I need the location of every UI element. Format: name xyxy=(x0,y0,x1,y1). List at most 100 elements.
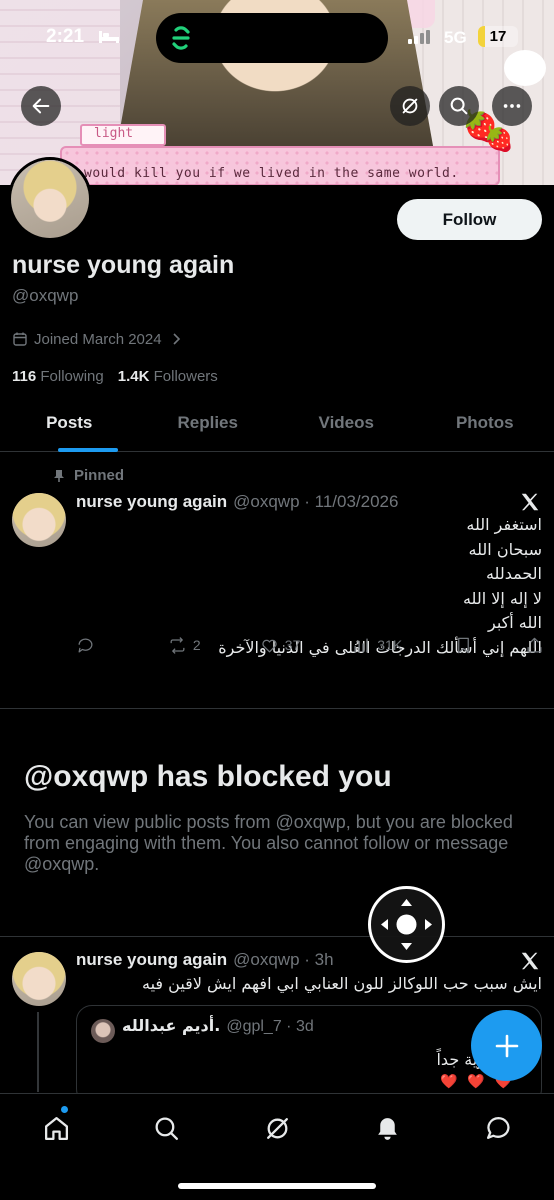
calendar-icon xyxy=(13,332,27,346)
views-count: 31K xyxy=(377,637,403,653)
status-time: 2:21 xyxy=(46,26,85,47)
follow-counts: 116 Following 1.4K Followers xyxy=(12,368,218,385)
battery-indicator: 17 xyxy=(478,26,518,47)
post-line: استغفر الله xyxy=(466,515,542,534)
search-button[interactable] xyxy=(439,86,479,126)
quoted-post-meta: @gpl_7 · 3d xyxy=(226,1018,314,1035)
pin-icon xyxy=(54,469,64,482)
post-avatar[interactable] xyxy=(12,952,66,1006)
bookmark-button[interactable] xyxy=(454,636,473,655)
link-app-icon xyxy=(172,26,190,50)
tab-replies[interactable]: Replies xyxy=(139,400,278,451)
tab-photos[interactable]: Photos xyxy=(416,400,554,451)
post-line: لا إله إلا الله xyxy=(462,588,542,608)
strawberry-icon: 🍓 xyxy=(484,126,514,153)
quoted-post-header: أديم عبدالله. @gpl_7 · 3d xyxy=(122,1016,314,1036)
slash-circle-icon xyxy=(402,98,418,114)
followers-label: Followers xyxy=(153,368,218,385)
post-line: الحمدلله xyxy=(485,564,542,583)
search-icon xyxy=(450,97,468,115)
battery-percent: 17 xyxy=(489,28,507,45)
nav-home[interactable] xyxy=(40,1112,72,1144)
bell-icon xyxy=(377,1117,397,1140)
active-tab-indicator xyxy=(58,448,118,452)
post-header: nurse young again @oxqwp · 11/03/2026 xyxy=(76,492,398,512)
nav-grok[interactable] xyxy=(261,1112,293,1144)
profile-tabs: Posts Replies Videos Photos xyxy=(0,400,554,452)
post-line: سبحان الله xyxy=(468,539,542,559)
post-meta: @oxqwp · 3h xyxy=(233,950,334,969)
followers-count: 1.4K xyxy=(117,368,150,385)
quoted-author-name: أديم عبدالله. xyxy=(122,1016,221,1035)
grok-button[interactable] xyxy=(390,86,430,126)
following-link[interactable]: 116 Following xyxy=(12,368,104,385)
follow-button[interactable]: Follow xyxy=(397,199,542,240)
banner-panda-decoration xyxy=(504,50,546,86)
blocked-description: You can view public posts from @oxqwp, b… xyxy=(24,812,513,874)
quoted-author-avatar xyxy=(91,1019,115,1043)
avatar-image xyxy=(11,160,89,238)
nav-notifications[interactable] xyxy=(371,1112,403,1144)
tab-videos[interactable]: Videos xyxy=(277,400,416,451)
home-notification-dot xyxy=(60,1105,69,1114)
cellular-signal-icon xyxy=(408,30,430,44)
banner-dialog-text: would kill you if we lived in the same w… xyxy=(84,166,459,181)
nav-messages[interactable] xyxy=(482,1112,514,1144)
x-logo-icon xyxy=(521,493,539,511)
post-header: nurse young again @oxqwp · 3h xyxy=(76,950,334,970)
network-label: 5G xyxy=(444,28,467,47)
home-indicator[interactable] xyxy=(178,1183,376,1189)
more-options-button[interactable] xyxy=(492,86,532,126)
post-avatar[interactable] xyxy=(12,493,66,547)
post-meta: @oxqwp · 11/03/2026 xyxy=(233,492,399,511)
profile-handle: @oxqwp xyxy=(12,286,79,305)
post-actions: 2 37 31K xyxy=(76,633,544,657)
reply-button[interactable] xyxy=(76,636,116,655)
thread-connector-line xyxy=(37,1012,39,1092)
share-button[interactable] xyxy=(525,636,544,655)
heart-icon xyxy=(262,639,277,652)
compose-post-button[interactable] xyxy=(471,1010,542,1081)
back-button[interactable] xyxy=(21,86,61,126)
assistive-touch-button[interactable] xyxy=(368,886,445,963)
post-line: الله أكبر xyxy=(488,613,542,632)
arrow-left-icon xyxy=(32,98,50,114)
pinned-label-row: Pinned xyxy=(52,467,124,484)
views-button[interactable]: 31K xyxy=(352,636,402,655)
x-logo-icon xyxy=(521,952,539,970)
like-button[interactable]: 37 xyxy=(260,636,301,655)
avatar-image xyxy=(12,493,66,547)
avatar-image xyxy=(12,952,66,1006)
blocked-title: @oxqwp has blocked you xyxy=(24,760,392,793)
tab-posts[interactable]: Posts xyxy=(0,400,139,451)
following-count: 116 xyxy=(12,368,37,385)
nav-explore[interactable] xyxy=(150,1112,182,1144)
pinned-label: Pinned xyxy=(74,467,125,484)
post-text: ايش سبب حب اللوكالز للون العنابي ابي افه… xyxy=(142,974,542,993)
views-icon xyxy=(354,637,369,653)
followers-link[interactable]: 1.4K Followers xyxy=(118,368,218,385)
slash-circle-icon xyxy=(266,1117,288,1139)
share-icon xyxy=(527,637,542,652)
banner-name-text: light xyxy=(94,126,134,141)
joystick-icon xyxy=(381,899,432,950)
home-icon xyxy=(44,1116,68,1140)
repost-count: 2 xyxy=(192,637,201,653)
post-author-name[interactable]: nurse young again xyxy=(76,950,227,970)
repost-icon xyxy=(170,636,185,654)
profile-avatar[interactable] xyxy=(8,157,92,241)
repost-button[interactable]: 2 xyxy=(168,636,208,655)
reply-icon xyxy=(78,637,93,652)
divider xyxy=(0,936,554,937)
joined-date-text: Joined March 2024 xyxy=(34,330,162,348)
post-author-name[interactable]: nurse young again xyxy=(76,492,227,512)
plus-icon xyxy=(495,1034,518,1057)
bookmark-icon xyxy=(458,637,469,653)
more-horizontal-icon xyxy=(503,104,521,108)
like-count: 37 xyxy=(284,637,301,653)
chevron-right-icon xyxy=(173,333,180,345)
chat-bubble-icon xyxy=(486,1116,510,1139)
following-label: Following xyxy=(40,368,104,385)
search-icon xyxy=(155,1117,178,1140)
joined-date-row[interactable]: Joined March 2024 xyxy=(12,329,184,349)
